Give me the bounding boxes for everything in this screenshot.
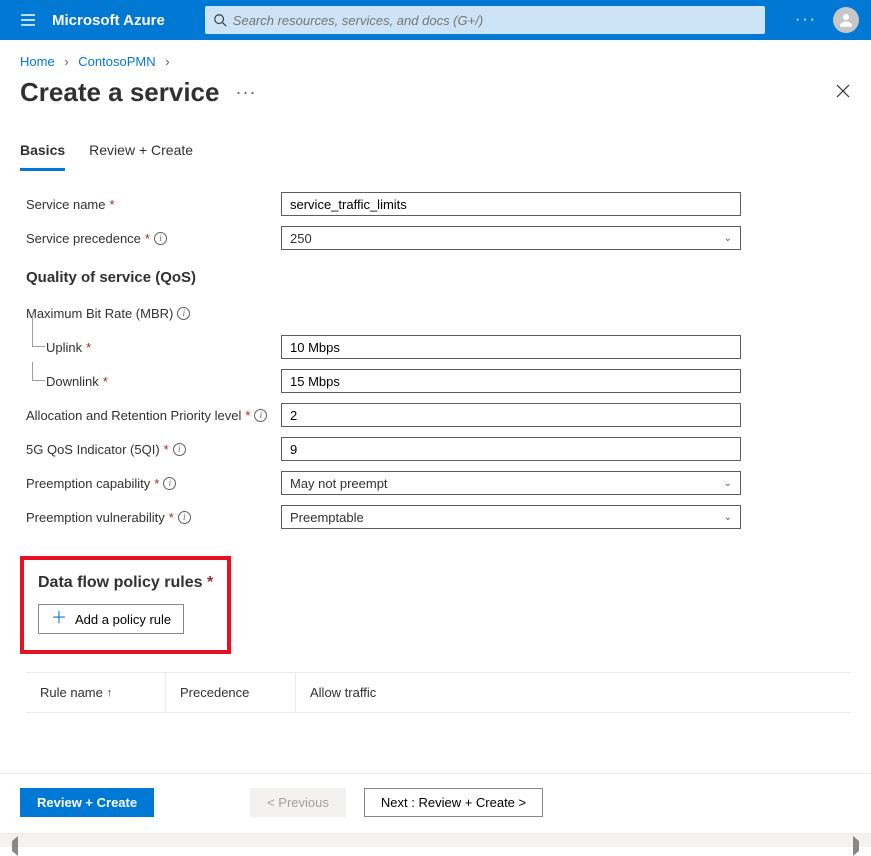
add-policy-rule-button[interactable]: ＋ Add a policy rule [38, 604, 184, 634]
top-bar: Microsoft Azure ··· [0, 0, 871, 40]
fiveqi-label: 5G QoS Indicator (5QI) * i [26, 442, 281, 457]
tab-basics[interactable]: Basics [20, 136, 65, 171]
info-icon[interactable]: i [173, 443, 186, 456]
chevron-down-icon: ⌄ [724, 512, 732, 523]
service-name-label: Service name * [26, 197, 281, 212]
arp-label: Allocation and Retention Priority level … [26, 408, 281, 423]
service-name-input[interactable] [281, 192, 741, 216]
info-icon[interactable]: i [254, 409, 267, 422]
close-button[interactable] [835, 83, 851, 102]
user-icon [837, 11, 855, 29]
policy-highlight-box: Data flow policy rules * ＋ Add a policy … [20, 556, 231, 654]
col-rule-name[interactable]: Rule name ↑ [26, 673, 166, 712]
tab-review-create[interactable]: Review + Create [89, 136, 193, 171]
chevron-right-icon: › [165, 54, 169, 69]
title-more-icon[interactable]: ··· [235, 82, 256, 103]
uplink-label: Uplink * [46, 340, 281, 355]
sort-asc-icon: ↑ [107, 687, 113, 699]
arp-input[interactable] [281, 403, 741, 427]
tabs: Basics Review + Create [0, 136, 871, 171]
breadcrumb-contosopmn[interactable]: ContosoPMN [78, 54, 155, 69]
service-precedence-label: Service precedence * i [26, 231, 281, 246]
info-icon[interactable]: i [178, 511, 191, 524]
preempt-cap-label: Preemption capability * i [26, 476, 281, 491]
breadcrumb-home[interactable]: Home [20, 54, 55, 69]
page-title: Create a service [20, 77, 219, 108]
search-input-wrapper[interactable] [205, 6, 765, 34]
previous-button: < Previous [250, 788, 346, 817]
policy-table-header: Rule name ↑ Precedence Allow traffic [26, 672, 851, 713]
qos-heading: Quality of service (QoS) [26, 269, 851, 286]
chevron-down-icon: ⌄ [724, 233, 732, 244]
review-create-button[interactable]: Review + Create [20, 788, 154, 817]
uplink-input[interactable] [281, 335, 741, 359]
preempt-cap-select[interactable]: May not preempt ⌄ [281, 471, 741, 495]
downlink-input[interactable] [281, 369, 741, 393]
col-allow-traffic[interactable]: Allow traffic [296, 673, 426, 712]
info-icon[interactable]: i [177, 307, 190, 320]
footer: Review + Create < Previous Next : Review… [0, 774, 871, 833]
search-icon [213, 13, 227, 27]
preempt-vul-select[interactable]: Preemptable ⌄ [281, 505, 741, 529]
brand-label[interactable]: Microsoft Azure [52, 12, 165, 29]
chevron-down-icon: ⌄ [724, 478, 732, 489]
col-precedence[interactable]: Precedence [166, 673, 296, 712]
next-button[interactable]: Next : Review + Create > [364, 788, 543, 817]
search-input[interactable] [233, 13, 757, 28]
downlink-label: Downlink * [46, 374, 281, 389]
hamburger-icon[interactable] [12, 11, 44, 29]
preempt-vul-label: Preemption vulnerability * i [26, 510, 281, 525]
policy-heading: Data flow policy rules * [38, 574, 213, 591]
mbr-label: Maximum Bit Rate (MBR) i [26, 306, 281, 321]
more-icon[interactable]: ··· [795, 11, 817, 29]
chevron-right-icon: › [64, 54, 68, 69]
service-precedence-select[interactable]: 250 ⌄ [281, 226, 741, 250]
form: Service name * Service precedence * i 25… [0, 171, 871, 713]
avatar[interactable] [833, 7, 859, 33]
plus-icon: ＋ [51, 611, 67, 627]
info-icon[interactable]: i [154, 232, 167, 245]
info-icon[interactable]: i [163, 477, 176, 490]
horizontal-scrollbar[interactable] [0, 833, 871, 847]
breadcrumb: Home › ContosoPMN › [0, 40, 871, 77]
title-row: Create a service ··· [0, 77, 871, 126]
fiveqi-input[interactable] [281, 437, 741, 461]
